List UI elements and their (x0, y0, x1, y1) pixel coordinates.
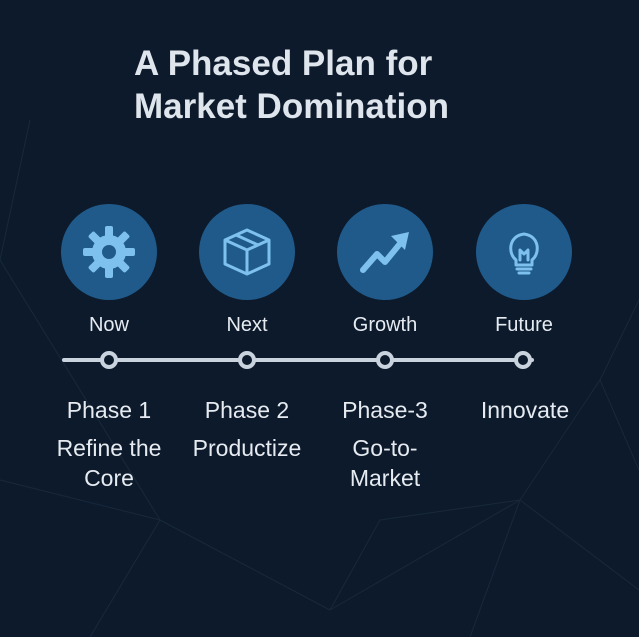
phase-3-name: Phase-3 (342, 397, 428, 423)
trend-arrow-icon (360, 232, 409, 273)
timeline-node-4 (514, 351, 532, 369)
timeline-node-3 (376, 351, 394, 369)
phase-future: Future (454, 204, 594, 337)
phase-next-circle (199, 204, 295, 300)
phase-next: Next (177, 204, 317, 337)
phase-1-label: Phase 1 Refine the Core (34, 395, 184, 493)
timeline-node-1 (100, 351, 118, 369)
phase-4-name: Innovate (480, 397, 570, 423)
phase-4-label: Innovate (450, 395, 600, 425)
gear-icon (83, 226, 135, 278)
box-icon (223, 228, 271, 276)
phase-1-desc: Refine the Core (56, 435, 162, 491)
phase-growth-circle (337, 204, 433, 300)
phase-2-desc: Productize (192, 435, 302, 461)
phase-next-stage: Next (226, 314, 268, 336)
phase-1-name: Phase 1 (66, 397, 152, 423)
phase-3-label: Phase-3 Go-to-Market (310, 395, 460, 493)
phase-now: Now (39, 204, 179, 337)
lightbulb-icon (509, 232, 539, 275)
title-line-2: Market Domination (134, 87, 450, 126)
timeline-node-2 (238, 351, 256, 369)
timeline (62, 351, 534, 369)
phase-2-name: Phase 2 (204, 397, 290, 423)
phase-now-stage: Now (88, 314, 129, 336)
title-line-1: A Phased Plan for (134, 44, 433, 83)
phase-growth: Growth (315, 204, 455, 337)
phase-3-desc: Go-to-Market (349, 435, 421, 491)
phase-now-circle (61, 204, 157, 300)
phase-future-stage: Future (495, 314, 553, 336)
page-title: A Phased Plan for Market Domination (134, 42, 449, 128)
phase-future-circle (476, 204, 572, 300)
phase-growth-stage: Growth (352, 314, 418, 336)
phase-2-label: Phase 2 Productize (172, 395, 322, 463)
